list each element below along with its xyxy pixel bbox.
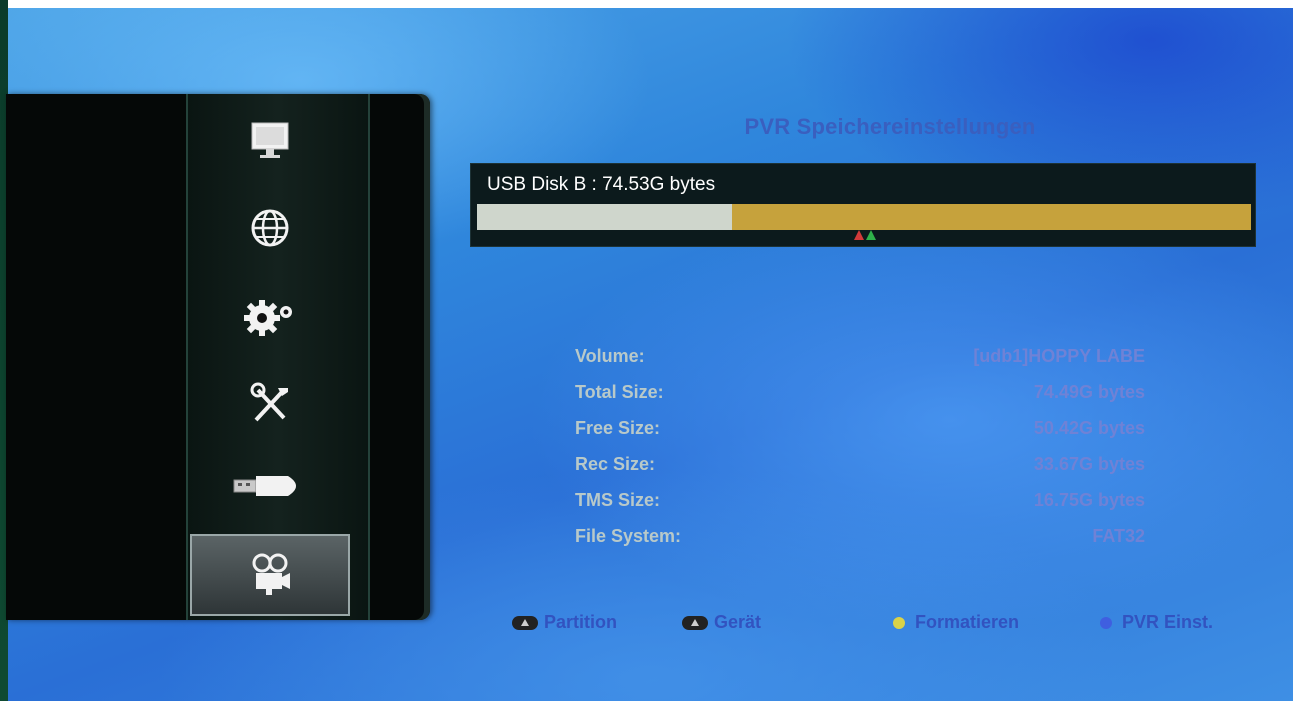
red-marker-icon <box>854 230 864 240</box>
disk-usage-bar <box>477 204 1251 230</box>
top-edge <box>0 0 1293 8</box>
info-row-free-size: Free Size: 50.42G bytes <box>575 410 1145 446</box>
pvr-settings-hint[interactable]: PVR Einst. <box>1100 612 1213 633</box>
device-label: Gerät <box>714 612 762 632</box>
disk-used-fill <box>477 204 733 230</box>
info-value: 33.67G bytes <box>1033 453 1145 474</box>
sidebar-item-tools[interactable] <box>220 374 320 434</box>
info-value: 16.75G bytes <box>1033 489 1145 510</box>
sidebar-item-display[interactable] <box>220 110 320 170</box>
updown-key-icon <box>682 615 708 630</box>
info-row-total-size: Total Size: 74.49G bytes <box>575 374 1145 410</box>
info-label: Free Size: <box>575 417 661 438</box>
info-label: File System: <box>575 525 682 546</box>
tools-icon <box>250 382 288 422</box>
partition-hint[interactable]: Partition <box>512 612 617 633</box>
info-row-tms-size: TMS Size: 16.75G bytes <box>575 482 1145 518</box>
disk-panel: USB Disk B : 74.53G bytes <box>470 163 1256 247</box>
info-label: Volume: <box>575 345 645 366</box>
sidebar-item-network[interactable] <box>220 198 320 258</box>
info-row-file-system: File System: FAT32 <box>575 518 1145 554</box>
usb-icon <box>233 476 296 496</box>
info-label: Rec Size: <box>575 453 656 474</box>
sidebar-item-system[interactable] <box>220 286 320 346</box>
info-label: TMS Size: <box>575 489 661 510</box>
gears-icon <box>244 300 292 336</box>
globe-icon <box>251 209 289 247</box>
format-label: Formatieren <box>915 612 1020 632</box>
blue-key-icon <box>1100 616 1112 629</box>
film-camera-icon <box>252 553 290 595</box>
device-hint[interactable]: Gerät <box>682 612 761 633</box>
info-value: 74.49G bytes <box>1033 381 1145 402</box>
pvr-settings-label: PVR Einst. <box>1122 612 1214 632</box>
sidebar-item-pvr[interactable] <box>190 534 350 616</box>
page-title: PVR Speichereinstellungen <box>744 114 1036 139</box>
info-value: 50.42G bytes <box>1033 417 1145 438</box>
partition-label: Partition <box>544 612 618 632</box>
info-row-volume: Volume: [udb1]HOPPY LABE <box>575 338 1145 374</box>
up-key-icon <box>512 615 538 630</box>
info-row-rec-size: Rec Size: 33.67G bytes <box>575 446 1145 482</box>
disk-label: USB Disk B : 74.53G bytes <box>487 174 716 195</box>
yellow-key-icon <box>893 616 905 629</box>
partition-markers <box>854 230 880 240</box>
info-value: FAT32 <box>1092 525 1145 546</box>
info-value: [udb1]HOPPY LABE <box>973 345 1145 366</box>
monitor-icon <box>251 122 289 158</box>
green-marker-icon <box>866 230 876 240</box>
format-hint[interactable]: Formatieren <box>893 612 1019 633</box>
storage-info: Volume: [udb1]HOPPY LABE Total Size: 74.… <box>575 338 1145 554</box>
info-label: Total Size: <box>575 381 664 402</box>
sidebar-item-usb[interactable] <box>220 456 320 516</box>
